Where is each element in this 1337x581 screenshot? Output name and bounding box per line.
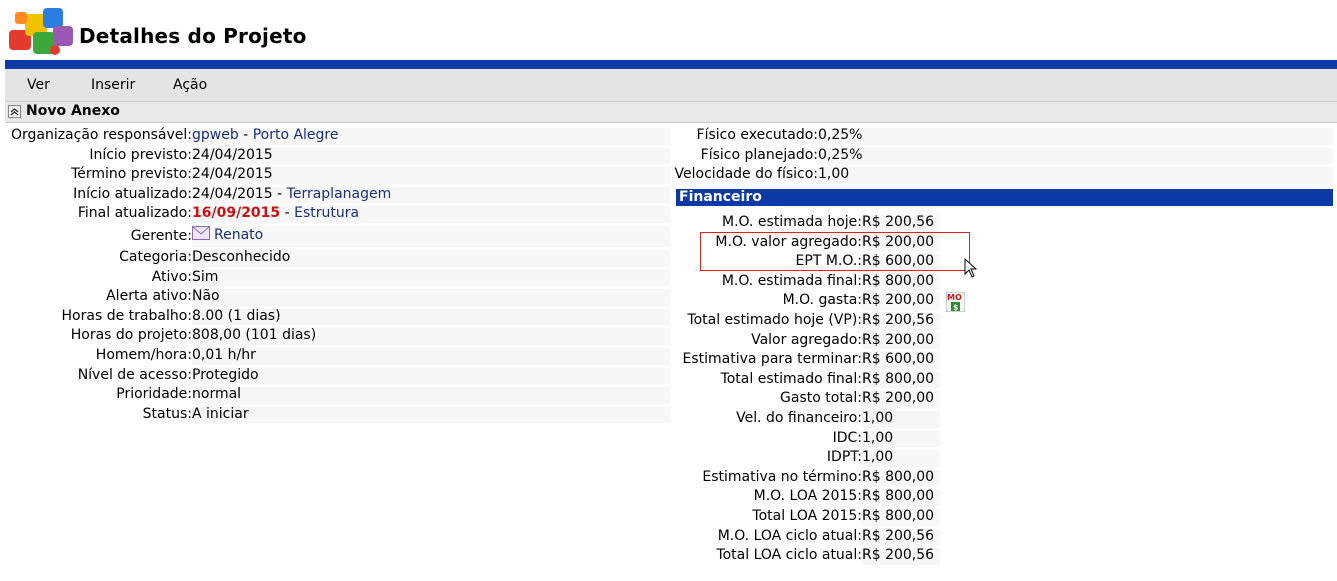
envelope-icon[interactable]	[192, 225, 210, 240]
terraplanagem-link[interactable]: Terraplanagem	[287, 186, 392, 202]
financeiro-row: IDPT: 1,00	[676, 448, 1333, 468]
financeiro-label: Estimativa para terminar:	[682, 351, 863, 368]
page-header: Detalhes do Projeto	[0, 0, 1337, 60]
menu-ver[interactable]: Ver	[27, 77, 50, 93]
section-title: Novo Anexo	[26, 103, 120, 119]
financeiro-label: M.O. estimada hoje:	[722, 214, 862, 230]
mouse-cursor-icon	[964, 258, 978, 278]
financeiro-row: M.O. estimada hoje: R$ 200,56	[676, 213, 1333, 233]
financeiro-row: Valor agregado: R$ 200,00	[676, 331, 1333, 351]
detail-row-nivel-acesso: Nível de acesso: Protegido	[5, 366, 670, 386]
detail-row-categoria: Categoria: Desconhecido	[5, 248, 670, 268]
financeiro-row: Total LOA 2015: R$ 800,00	[676, 507, 1333, 527]
financeiro-label: Vel. do financeiro:	[736, 409, 862, 426]
financeiro-value: R$ 800,00	[862, 488, 935, 505]
financeiro-label: Total estimado hoje (VP):	[687, 311, 862, 328]
double-chevron-up-icon[interactable]	[8, 105, 21, 118]
financeiro-value: R$ 800,00	[862, 468, 935, 485]
financeiro-row: Estimativa para terminar: R$ 600,00	[676, 350, 1333, 370]
financeiro-label: Total estimado final:	[720, 370, 862, 387]
detail-row-fisico-planejado: Físico planejado: 0,25%	[676, 146, 1333, 166]
financeiro-value: R$ 600,00	[862, 351, 935, 368]
detail-row-horas-projeto: Horas do projeto: 808,00 (101 dias)	[5, 326, 670, 346]
page-title: Detalhes do Projeto	[79, 24, 307, 48]
organizacao-cidade-link[interactable]: Porto Alegre	[253, 127, 339, 143]
financeiro-value: R$ 200,56	[862, 527, 935, 544]
financeiro-value: 1,00	[862, 409, 894, 426]
financeiro-label: Valor agregado:	[751, 331, 862, 348]
financeiro-row: IDC: 1,00	[676, 429, 1333, 449]
detail-row-inicio-atualizado: Início atualizado: 24/04/2015 - Terrapla…	[5, 185, 670, 205]
detail-row-horas-trabalho: Horas de trabalho: 8.00 (1 dias)	[5, 307, 670, 327]
financeiro-row: M.O. LOA ciclo atual: R$ 200,56	[676, 527, 1333, 547]
financeiro-row: Vel. do financeiro: 1,00	[676, 409, 1333, 429]
financeiro-value: R$ 200,56	[862, 547, 935, 564]
financeiro-label: M.O. gasta:	[782, 292, 862, 309]
detail-row-final-atualizado: Final atualizado: 16/09/2015 - Estrutura	[5, 204, 670, 224]
project-details-panel: Organização responsável: gpweb - Porto A…	[5, 126, 670, 424]
detail-row-gerente: Gerente: Renato	[5, 224, 670, 248]
financeiro-value: R$ 200,56	[862, 311, 935, 328]
puzzle-logo-icon	[9, 8, 73, 55]
physical-progress-panel: Físico executado: 0,25% Físico planejado…	[675, 126, 1333, 185]
financeiro-row: Estimativa no término: R$ 800,00	[676, 468, 1333, 488]
financeiro-value: 1,00	[862, 429, 894, 446]
mo-report-icon[interactable]: MO $	[946, 292, 965, 312]
financeiro-label: IDPT:	[826, 449, 862, 466]
financeiro-row: Total LOA ciclo atual: R$ 200,56	[676, 546, 1333, 566]
detail-row-fisico-executado: Físico executado: 0,25%	[676, 126, 1333, 146]
financeiro-label: Total LOA 2015:	[752, 507, 862, 524]
detail-row-alerta-ativo: Alerta ativo: Não	[5, 287, 670, 307]
financeiro-label: M.O. estimada final:	[721, 272, 862, 289]
financeiro-row: M.O. gasta: R$ 200,00	[676, 291, 1333, 311]
financeiro-value: R$ 200,00	[862, 292, 935, 309]
financeiro-label: M.O. LOA 2015:	[753, 488, 862, 505]
organizacao-link[interactable]: gpweb	[192, 127, 239, 143]
financeiro-header: Financeiro	[676, 189, 1333, 206]
financeiro-value: R$ 200,00	[862, 331, 935, 348]
financeiro-value: R$ 200,00	[862, 390, 935, 407]
svg-text:$: $	[953, 303, 959, 312]
header-divider	[5, 60, 1337, 69]
detail-row-prioridade: Prioridade: normal	[5, 385, 670, 405]
financeiro-row: M.O. LOA 2015: R$ 800,00	[676, 487, 1333, 507]
financeiro-value: R$ 800,00	[862, 272, 935, 289]
svg-text:MO: MO	[947, 293, 962, 302]
menu-acao[interactable]: Ação	[173, 77, 207, 93]
financeiro-value: 1,00	[862, 449, 894, 466]
financeiro-label: IDC:	[832, 429, 862, 446]
estrutura-link[interactable]: Estrutura	[294, 205, 359, 221]
financeiro-row: Gasto total: R$ 200,00	[676, 389, 1333, 409]
financeiro-label: Gasto total:	[780, 390, 862, 407]
financeiro-value: R$ 800,00	[862, 370, 935, 387]
detail-row-inicio-previsto: Início previsto: 24/04/2015	[5, 146, 670, 166]
detail-row-ativo: Ativo: Sim	[5, 268, 670, 288]
menu-inserir[interactable]: Inserir	[91, 77, 135, 93]
detail-row-organizacao: Organização responsável: gpweb - Porto A…	[5, 126, 670, 146]
highlight-annotation-box	[700, 232, 970, 271]
section-header: Novo Anexo	[5, 102, 1337, 123]
financeiro-row: M.O. estimada final: R$ 800,00	[676, 272, 1333, 292]
financeiro-value: R$ 800,00	[862, 507, 935, 524]
detail-row-velocidade-fisico: Velocidade do físico: 1,00	[675, 165, 1333, 185]
detail-row-termino-previsto: Término previsto: 24/04/2015	[5, 165, 670, 185]
menu-bar: Ver Inserir Ação	[5, 69, 1337, 102]
financeiro-value: R$ 200,56	[862, 214, 935, 230]
detail-row-homem-hora: Homem/hora: 0,01 h/hr	[5, 346, 670, 366]
gerente-link[interactable]: Renato	[214, 227, 263, 243]
financeiro-label: M.O. LOA ciclo atual:	[717, 527, 862, 544]
financeiro-label: Total LOA ciclo atual:	[716, 547, 862, 564]
detail-row-status: Status: A iniciar	[5, 405, 670, 425]
financeiro-label: Estimativa no término:	[702, 468, 862, 485]
financeiro-row: Total estimado final: R$ 800,00	[676, 370, 1333, 390]
financeiro-row: Total estimado hoje (VP): R$ 200,56	[676, 311, 1333, 331]
final-atualizado-date: 16/09/2015	[192, 205, 281, 222]
